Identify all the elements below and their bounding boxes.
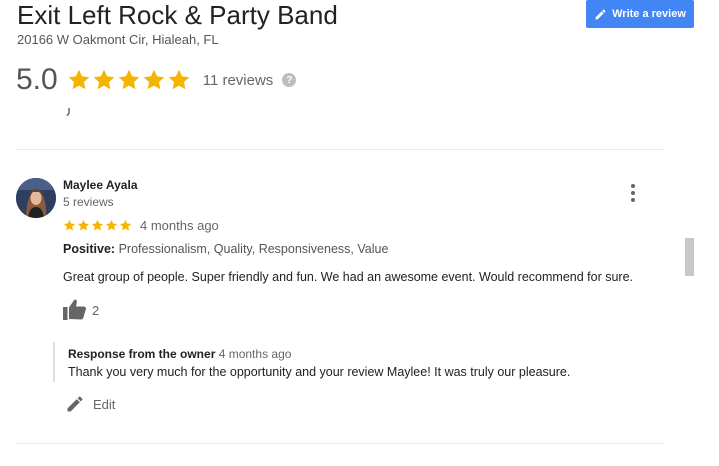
owner-response-header: Response from the owner 4 months ago bbox=[68, 347, 291, 361]
star-icon bbox=[105, 219, 118, 231]
star-icon bbox=[77, 219, 90, 231]
reviewer-name[interactable]: Maylee Ayala bbox=[63, 178, 138, 192]
positive-values: Professionalism, Quality, Responsiveness… bbox=[118, 242, 389, 256]
edit-response-button[interactable]: Edit bbox=[65, 394, 115, 414]
review-time: 4 months ago bbox=[140, 218, 219, 233]
business-name: Exit Left Rock & Party Band bbox=[17, 0, 338, 30]
write-review-button[interactable]: Write a review bbox=[586, 0, 694, 28]
thumbs-up-icon[interactable] bbox=[63, 298, 87, 320]
star-icon bbox=[168, 69, 190, 90]
clipped-mark bbox=[66, 108, 70, 116]
edit-label: Edit bbox=[93, 396, 116, 412]
owner-response-text: Thank you very much for the opportunity … bbox=[68, 365, 571, 379]
rating-summary: 5.0 11 reviews ? bbox=[16, 62, 297, 98]
more-vert-icon[interactable] bbox=[624, 182, 642, 204]
owner-response-title: Response from the owner bbox=[68, 347, 216, 361]
reviews-link[interactable]: 11 reviews bbox=[203, 72, 274, 89]
pencil-icon bbox=[595, 9, 606, 19]
star-icon bbox=[68, 69, 90, 90]
star-icon bbox=[93, 69, 115, 90]
reviewer-review-count: 5 reviews bbox=[63, 195, 114, 209]
divider bbox=[16, 443, 664, 444]
edit-pencil-icon bbox=[67, 396, 83, 412]
owner-response-time: 4 months ago bbox=[218, 347, 292, 361]
avatar[interactable] bbox=[16, 178, 56, 218]
positive-attributes: Positive: Professionalism, Quality, Resp… bbox=[63, 242, 388, 256]
star-icon bbox=[91, 219, 104, 231]
write-review-label: Write a review bbox=[612, 8, 686, 20]
review-text: Great group of people. Super friendly an… bbox=[63, 270, 634, 284]
scrollbar-thumb[interactable] bbox=[685, 238, 694, 276]
business-address: 20166 W Oakmont Cir, Hialeah, FL bbox=[17, 32, 219, 47]
star-icon bbox=[119, 219, 132, 231]
star-icon bbox=[118, 69, 140, 90]
star-icon bbox=[63, 219, 76, 231]
star-icon bbox=[143, 69, 165, 90]
response-accent-bar bbox=[53, 342, 55, 382]
divider bbox=[16, 149, 664, 150]
help-icon[interactable]: ? bbox=[282, 73, 297, 87]
positive-label: Positive: bbox=[63, 242, 116, 256]
like-count: 2 bbox=[92, 303, 100, 318]
rating-stars bbox=[67, 68, 191, 92]
rating-score: 5.0 bbox=[16, 63, 58, 96]
review-stars bbox=[63, 219, 132, 232]
